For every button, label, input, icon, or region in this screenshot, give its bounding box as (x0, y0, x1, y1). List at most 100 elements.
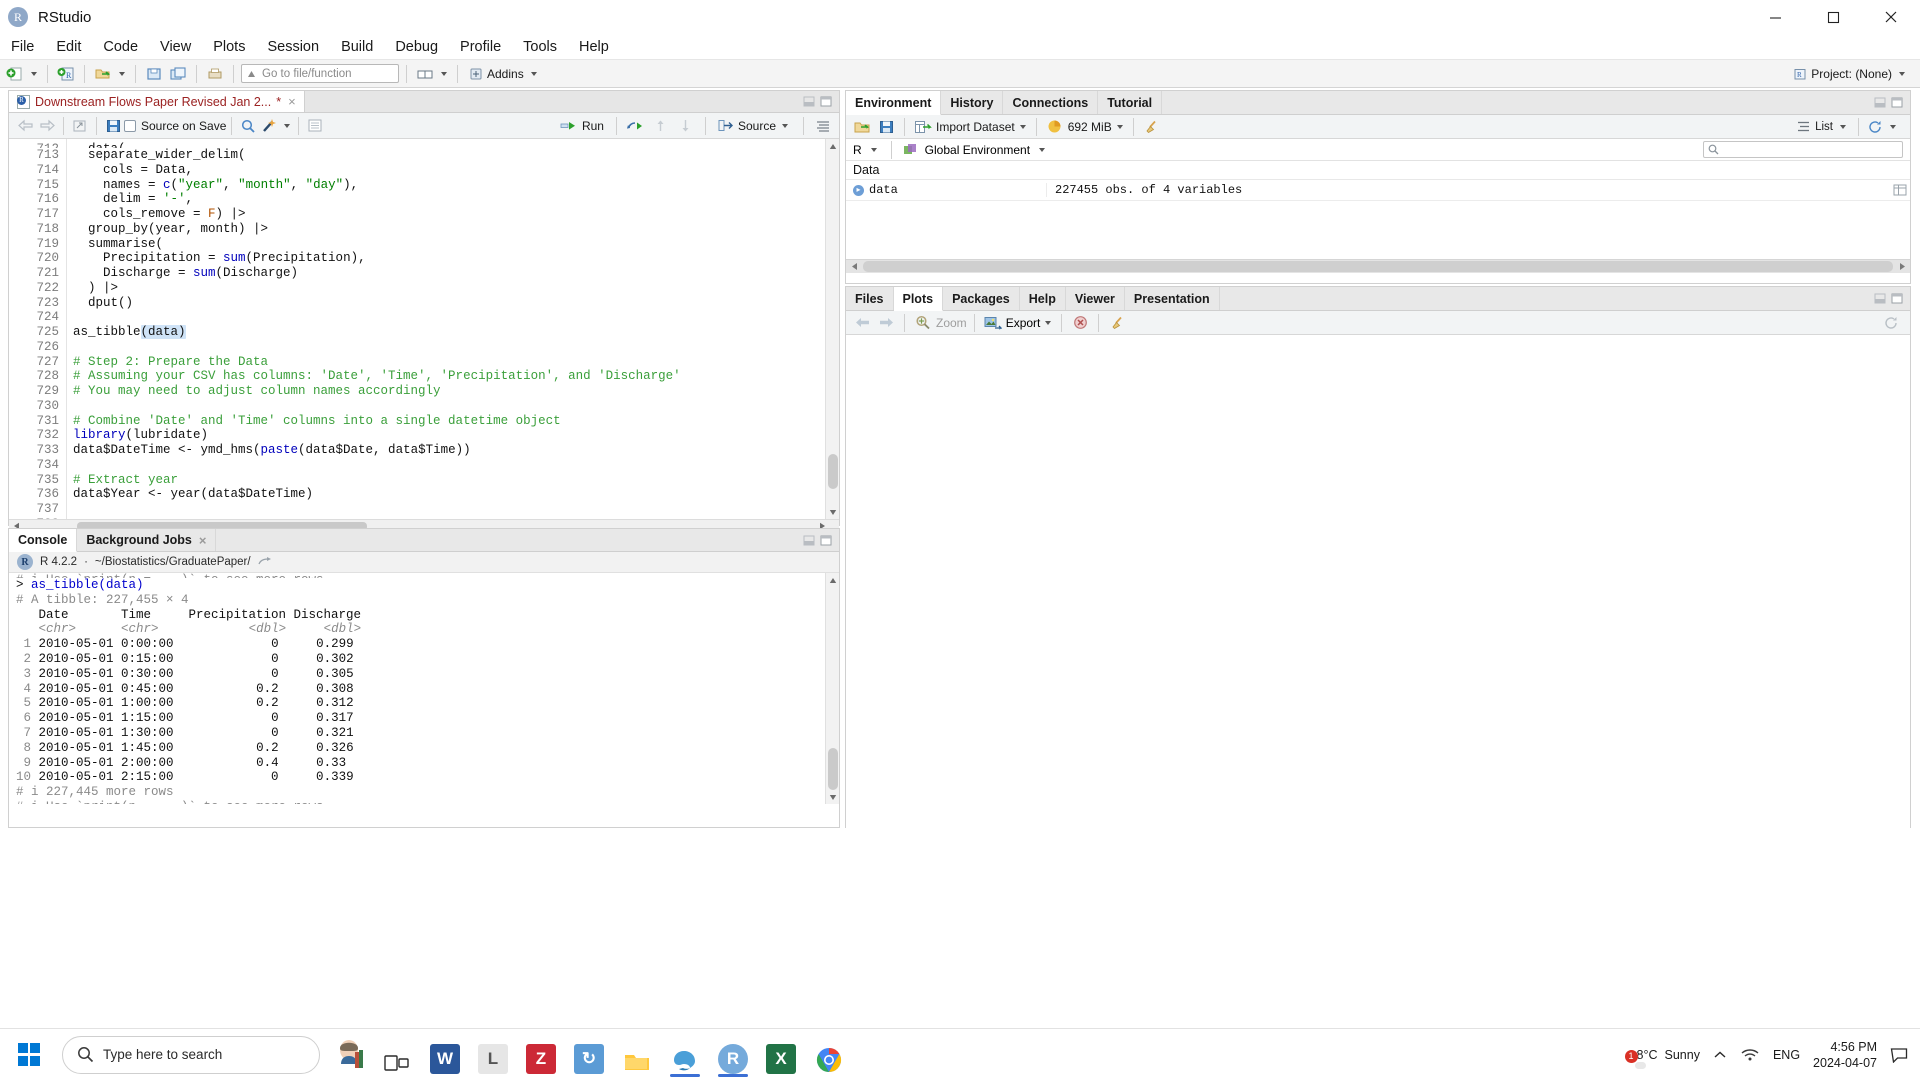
run-button[interactable]: Run (556, 118, 608, 134)
source-on-save-toggle[interactable]: Source on Save (124, 119, 226, 133)
code-line[interactable]: # Step 2: Prepare the Data (73, 355, 839, 370)
language-dropdown-icon[interactable] (870, 147, 877, 152)
export-plot-icon[interactable] (982, 312, 1004, 334)
wifi-icon[interactable] (1740, 1047, 1760, 1062)
source-tab-downstream-flows[interactable]: Downstream Flows Paper Revised Jan 2... … (9, 91, 305, 112)
menu-tools[interactable]: Tools (512, 36, 568, 58)
maximize-pane-icon[interactable] (820, 96, 833, 107)
code-line[interactable]: Precipitation = sum(Precipitation), (73, 251, 839, 266)
import-dataset-dropdown-icon[interactable] (1019, 124, 1026, 129)
environment-view-dropdown-icon[interactable] (1840, 124, 1846, 129)
scroll-up-icon[interactable] (826, 573, 840, 587)
maximize-pane-icon[interactable] (820, 535, 833, 546)
code-line[interactable] (73, 399, 839, 414)
close-button[interactable] (1862, 0, 1920, 34)
environment-search-input[interactable] (1703, 141, 1903, 158)
addins-dropdown-icon[interactable] (530, 71, 537, 76)
start-button[interactable] (0, 1029, 58, 1080)
console-output[interactable]: # i Use `print(n = ...)` to see more row… (9, 573, 839, 804)
source-dropdown-icon[interactable] (782, 123, 788, 128)
code-tools-dropdown-icon[interactable] (284, 123, 291, 128)
forward-arrow-icon[interactable] (36, 115, 58, 137)
tab-console[interactable]: Console (9, 529, 78, 552)
close-icon[interactable]: × (286, 94, 296, 109)
source-button[interactable]: Source (714, 118, 795, 134)
source-outline-toggle-icon[interactable] (812, 115, 834, 137)
scroll-down-icon[interactable] (826, 505, 839, 519)
open-file-dropdown-icon[interactable] (119, 71, 125, 76)
code-tools-icon[interactable] (259, 115, 281, 137)
editor-vertical-scrollbar[interactable] (825, 139, 839, 519)
plot-display-area[interactable] (846, 335, 1910, 875)
code-line[interactable] (73, 340, 839, 355)
previous-plot-icon[interactable] (851, 312, 873, 334)
editor-scroll-thumb[interactable] (828, 454, 838, 489)
menu-edit[interactable]: Edit (45, 36, 92, 58)
menu-view[interactable]: View (149, 36, 202, 58)
refresh-plot-icon[interactable] (1884, 316, 1899, 330)
tab-packages[interactable]: Packages (943, 287, 1020, 310)
code-line[interactable]: group_by(year, month) |> (73, 222, 839, 237)
zoom-plot-label[interactable]: Zoom (936, 316, 967, 330)
save-workspace-icon[interactable] (875, 116, 897, 138)
tray-overflow-button[interactable] (1713, 1049, 1727, 1061)
menu-code[interactable]: Code (92, 36, 149, 58)
run-down-icon[interactable] (675, 115, 697, 137)
rerun-icon[interactable] (625, 115, 647, 137)
scroll-up-icon[interactable] (826, 139, 839, 153)
refresh-dropdown-icon[interactable] (1890, 124, 1896, 129)
environment-hscroll-thumb[interactable] (863, 261, 1893, 272)
code-line[interactable]: # Extract year (73, 473, 839, 488)
save-document-icon[interactable] (102, 115, 124, 137)
code-line[interactable]: # Assuming your CSV has columns: 'Date',… (73, 369, 839, 384)
export-plot-label[interactable]: Export (1006, 316, 1041, 330)
code-text-area[interactable]: data( separate_wider_delim( cols = Data,… (67, 139, 839, 519)
tab-background-jobs[interactable]: Background Jobs × (77, 529, 217, 551)
code-line[interactable]: dput() (73, 296, 839, 311)
code-line[interactable]: cols = Data, (73, 163, 839, 178)
maximize-pane-icon[interactable] (1891, 293, 1904, 304)
addins-button[interactable]: Addins (465, 67, 544, 81)
memory-dropdown-icon[interactable] (1116, 124, 1123, 129)
tab-viewer[interactable]: Viewer (1066, 287, 1125, 310)
close-icon[interactable]: × (197, 533, 207, 548)
environment-object-name-cell[interactable]: ▸ data (846, 183, 1046, 197)
next-plot-icon[interactable] (875, 312, 897, 334)
back-arrow-icon[interactable] (14, 115, 36, 137)
menu-profile[interactable]: Profile (449, 36, 512, 58)
source-on-save-checkbox[interactable] (124, 119, 136, 132)
minimize-pane-icon[interactable] (803, 535, 816, 546)
code-line[interactable]: ) |> (73, 281, 839, 296)
environment-horizontal-scrollbar[interactable] (846, 259, 1910, 273)
load-workspace-icon[interactable] (851, 116, 873, 138)
clear-objects-broom-icon[interactable] (1141, 116, 1163, 138)
menu-file[interactable]: File (0, 36, 45, 58)
maximize-pane-icon[interactable] (1891, 97, 1904, 108)
scroll-left-icon[interactable] (846, 262, 862, 271)
scope-selector-label[interactable]: Global Environment (925, 143, 1030, 157)
environment-row-data[interactable]: ▸ data 227455 obs. of 4 variables (846, 180, 1910, 201)
menu-help[interactable]: Help (568, 36, 620, 58)
taskbar-search-input[interactable]: Type here to search (62, 1035, 320, 1074)
taskbar-rstudio-button[interactable]: R (710, 1033, 756, 1077)
code-line[interactable]: cols_remove = F) |> (73, 207, 839, 222)
document-outline-icon[interactable] (304, 115, 326, 137)
taskbar-lastpass-button[interactable]: L (470, 1033, 516, 1077)
code-line[interactable]: # Combine 'Date' and 'Time' columns into… (73, 414, 839, 429)
workspace-panes-dropdown-icon[interactable] (441, 71, 447, 76)
weather-widget[interactable]: 1 8°C Sunny (1624, 1048, 1700, 1063)
code-line[interactable]: data$DateTime <- ymd_hms(paste(data$Date… (73, 443, 839, 458)
refresh-icon[interactable] (1868, 120, 1883, 134)
scroll-down-icon[interactable] (826, 790, 840, 804)
minimize-pane-icon[interactable] (803, 96, 816, 107)
code-line[interactable] (73, 458, 839, 473)
taskbar-task-view-button[interactable] (374, 1033, 420, 1077)
code-line[interactable]: separate_wider_delim( (73, 148, 839, 163)
memory-usage-label[interactable]: 692 MiB (1068, 120, 1112, 134)
new-file-dropdown-icon[interactable] (31, 71, 37, 76)
menu-debug[interactable]: Debug (384, 36, 449, 58)
open-dir-icon[interactable] (257, 556, 272, 568)
language-indicator[interactable]: ENG (1773, 1048, 1800, 1062)
code-line[interactable]: as_tibble(data) (73, 325, 839, 340)
language-selector-label[interactable]: R (853, 143, 862, 157)
